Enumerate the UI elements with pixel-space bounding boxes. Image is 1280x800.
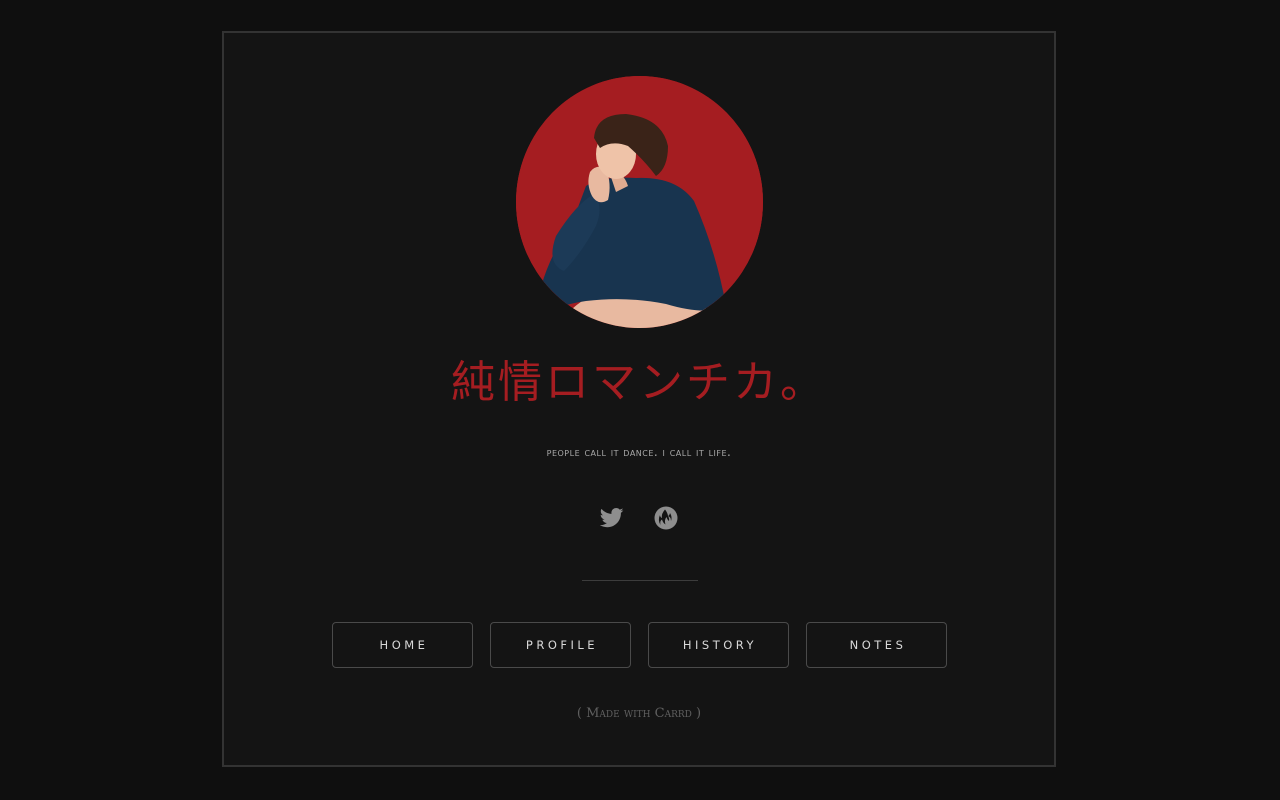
twitter-link[interactable] — [599, 505, 625, 531]
twitter-icon — [600, 508, 624, 528]
tagline: PEOPLE CALL IT DANCE. I CALL IT LIFE. — [546, 445, 732, 459]
avatar-image — [516, 76, 763, 328]
nav-buttons: HOME PROFILE HISTORY NOTES — [332, 622, 948, 668]
footer-paren-open: ( — [576, 706, 587, 721]
made-with-carrd-link[interactable]: Made with Carrd — [586, 706, 692, 721]
profile-card: 純情ロマンチカ。 PEOPLE CALL IT DANCE. I CALL IT… — [222, 31, 1056, 767]
profile-button[interactable]: PROFILE — [490, 622, 631, 668]
avatar — [516, 76, 763, 328]
divider — [582, 580, 698, 581]
page-title: 純情ロマンチカ。 — [451, 357, 827, 408]
home-button[interactable]: HOME — [332, 622, 473, 668]
notes-button[interactable]: NOTES — [806, 622, 947, 668]
history-button[interactable]: HISTORY — [648, 622, 789, 668]
fire-icon — [654, 506, 678, 530]
social-links — [224, 505, 1054, 535]
fire-link[interactable] — [653, 505, 679, 531]
footer-paren-close: ) — [691, 706, 702, 721]
footer: ( Made with Carrd ) — [224, 706, 1054, 721]
